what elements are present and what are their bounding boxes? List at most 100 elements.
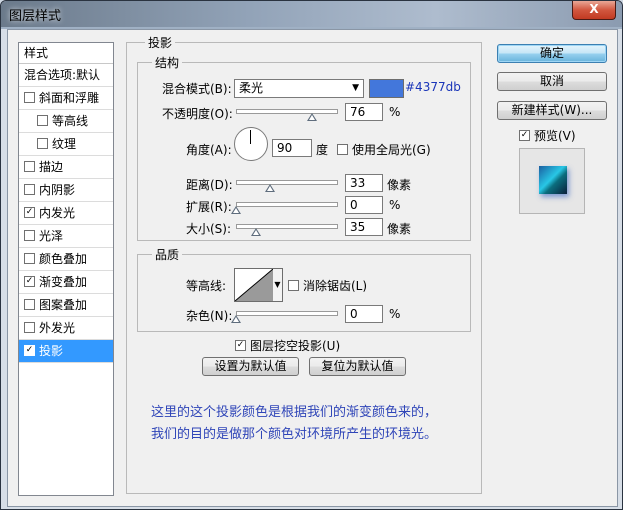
angle-input[interactable]: 90 bbox=[272, 139, 312, 157]
make-default-button[interactable]: 设置为默认值 bbox=[202, 357, 299, 376]
sidebar-item[interactable]: 颜色叠加 bbox=[19, 248, 113, 271]
preview-toggle[interactable]: ✓ 预览(V) bbox=[519, 127, 576, 144]
noise-input[interactable]: 0 bbox=[345, 305, 383, 323]
sidebar-item[interactable]: 图案叠加 bbox=[19, 294, 113, 317]
opacity-input[interactable]: 76 bbox=[345, 103, 383, 121]
layer-style-dialog: 图层样式 X 样式 混合选项:默认斜面和浮雕等高线纹理描边内阴影 ✓ 内发光 光泽颜色… bbox=[0, 0, 623, 510]
sidebar-item-label: 颜色叠加 bbox=[39, 252, 88, 266]
opacity-slider[interactable] bbox=[236, 109, 338, 114]
sidebar-item[interactable]: 等高线 bbox=[19, 110, 113, 133]
noise-slider-thumb[interactable] bbox=[231, 315, 241, 323]
sidebar-item-checkbox[interactable] bbox=[24, 322, 35, 333]
ok-button[interactable]: 确定 bbox=[497, 44, 607, 63]
contour-picker[interactable] bbox=[234, 268, 274, 302]
sidebar-item-checkbox[interactable] bbox=[37, 115, 48, 126]
quality-title: 品质 bbox=[152, 246, 183, 263]
spread-slider[interactable] bbox=[236, 202, 338, 207]
shadow-color-hex: #4377db bbox=[405, 80, 461, 94]
preview-label: 预览(V) bbox=[534, 129, 576, 143]
spread-slider-thumb[interactable] bbox=[231, 206, 241, 214]
sidebar-item[interactable]: ✓ 渐变叠加 bbox=[19, 271, 113, 294]
opacity-unit: % bbox=[389, 105, 401, 119]
sidebar-item[interactable]: ✓ 投影 bbox=[19, 340, 113, 363]
annotation-line-1: 这里的这个投影颜色是根据我们的渐变颜色来的， bbox=[151, 405, 438, 420]
preview-thumbnail bbox=[519, 148, 585, 214]
anti-alias-toggle[interactable]: 消除锯齿(L) bbox=[288, 277, 367, 294]
sidebar-item-label: 描边 bbox=[39, 160, 64, 174]
shadow-color-swatch[interactable] bbox=[369, 79, 404, 98]
noise-unit: % bbox=[389, 307, 401, 321]
annotation-note: 这里的这个投影颜色是根据我们的渐变颜色来的， 我们的目的是做那个颜色对环境所产生… bbox=[151, 402, 437, 446]
spread-label: 扩展(R): bbox=[186, 200, 232, 214]
anti-alias-checkbox[interactable] bbox=[288, 280, 299, 291]
sidebar-item[interactable]: 描边 bbox=[19, 156, 113, 179]
knockout-checkbox[interactable]: ✓ bbox=[235, 340, 246, 351]
contour-label: 等高线: bbox=[186, 279, 227, 293]
sidebar-item[interactable]: 纹理 bbox=[19, 133, 113, 156]
sidebar-item-checkbox[interactable] bbox=[24, 184, 35, 195]
distance-label: 距离(D): bbox=[186, 178, 233, 192]
sidebar-item-checkbox[interactable]: ✓ bbox=[24, 345, 35, 356]
sidebar-item[interactable]: 斜面和浮雕 bbox=[19, 87, 113, 110]
new-style-button[interactable]: 新建样式(W)... bbox=[497, 101, 607, 120]
sidebar-item-label: 混合选项:默认 bbox=[24, 68, 101, 82]
opacity-slider-thumb[interactable] bbox=[307, 113, 317, 121]
opacity-label: 不透明度(O): bbox=[162, 107, 233, 121]
sidebar-item-label: 纹理 bbox=[52, 137, 77, 151]
knockout-toggle[interactable]: ✓ 图层挖空投影(U) bbox=[235, 337, 340, 354]
angle-dial-needle bbox=[250, 130, 251, 144]
close-button[interactable]: X bbox=[572, 1, 616, 20]
sidebar-item[interactable]: ✓ 内发光 bbox=[19, 202, 113, 225]
distance-unit: 像素 bbox=[387, 178, 412, 192]
size-label: 大小(S): bbox=[186, 222, 232, 236]
global-light-toggle[interactable]: 使用全局光(G) bbox=[337, 141, 431, 158]
noise-label: 杂色(N): bbox=[186, 309, 233, 323]
angle-label: 角度(A): bbox=[186, 143, 232, 157]
global-light-label: 使用全局光(G) bbox=[352, 143, 431, 157]
sidebar-item-checkbox[interactable] bbox=[24, 161, 35, 172]
distance-input[interactable]: 33 bbox=[345, 174, 383, 192]
sidebar-item-label: 等高线 bbox=[52, 114, 89, 128]
sidebar-item-checkbox[interactable] bbox=[24, 230, 35, 241]
styles-list-header: 样式 bbox=[19, 43, 113, 64]
sidebar-item-checkbox[interactable] bbox=[24, 253, 35, 264]
sidebar-item-label: 外发光 bbox=[39, 321, 76, 335]
angle-unit: 度 bbox=[316, 143, 329, 157]
angle-dial[interactable] bbox=[234, 127, 268, 161]
sidebar-item-checkbox[interactable] bbox=[37, 138, 48, 149]
contour-curve-icon bbox=[234, 268, 274, 302]
sidebar-item-label: 斜面和浮雕 bbox=[39, 91, 100, 105]
cancel-button[interactable]: 取消 bbox=[497, 72, 607, 91]
spread-input[interactable]: 0 bbox=[345, 196, 383, 214]
sidebar-item-checkbox[interactable] bbox=[24, 299, 35, 310]
sidebar-item-checkbox[interactable]: ✓ bbox=[24, 207, 35, 218]
reset-default-button[interactable]: 复位为默认值 bbox=[309, 357, 406, 376]
preview-checkbox[interactable]: ✓ bbox=[519, 130, 530, 141]
size-slider-thumb[interactable] bbox=[251, 228, 261, 236]
noise-slider[interactable] bbox=[236, 311, 338, 316]
global-light-checkbox[interactable] bbox=[337, 144, 348, 155]
sidebar-item-label: 投影 bbox=[39, 344, 64, 358]
distance-slider[interactable] bbox=[236, 180, 338, 185]
sidebar-item[interactable]: 光泽 bbox=[19, 225, 113, 248]
sidebar-item-checkbox[interactable] bbox=[24, 92, 35, 103]
chevron-down-icon: ▼ bbox=[352, 83, 359, 93]
blend-mode-value: 柔光 bbox=[239, 81, 264, 95]
quality-group: 品质 等高线: ▼ 消除锯齿(L) 杂色(N): 0 % bbox=[137, 246, 471, 332]
sidebar-item[interactable]: 内阴影 bbox=[19, 179, 113, 202]
distance-slider-thumb[interactable] bbox=[265, 184, 275, 192]
blend-mode-label: 混合模式(B): bbox=[162, 82, 232, 96]
size-unit: 像素 bbox=[387, 222, 412, 236]
structure-title: 结构 bbox=[152, 54, 183, 71]
sidebar-item-label: 渐变叠加 bbox=[39, 275, 88, 289]
contour-dropdown-arrow[interactable]: ▼ bbox=[273, 268, 283, 302]
annotation-line-2: 我们的目的是做那个颜色对环境所产生的环境光。 bbox=[151, 427, 438, 442]
anti-alias-label: 消除锯齿(L) bbox=[303, 279, 368, 293]
styles-list: 样式 混合选项:默认斜面和浮雕等高线纹理描边内阴影 ✓ 内发光 光泽颜色叠加 ✓ 渐变叠加… bbox=[18, 42, 114, 496]
sidebar-item[interactable]: 混合选项:默认 bbox=[19, 64, 113, 87]
sidebar-item-checkbox[interactable]: ✓ bbox=[24, 276, 35, 287]
sidebar-item[interactable]: 外发光 bbox=[19, 317, 113, 340]
size-input[interactable]: 35 bbox=[345, 218, 383, 236]
blend-mode-select[interactable]: 柔光 ▼ bbox=[234, 79, 364, 98]
title-bar[interactable]: 图层样式 X bbox=[1, 1, 622, 27]
